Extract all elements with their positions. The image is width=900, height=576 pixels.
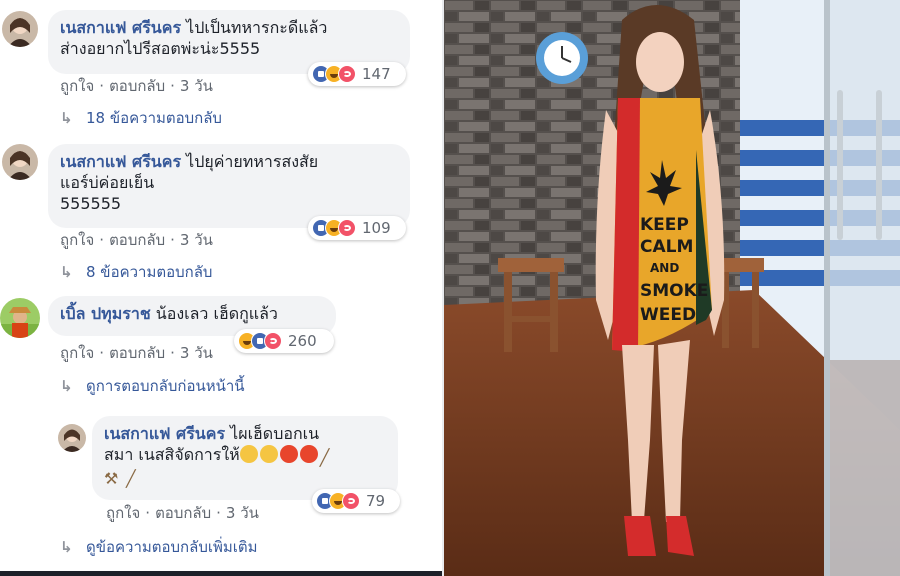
reaction-count: 147 bbox=[362, 65, 391, 83]
comment-text: ไปเป็นทหารกะดีแล้ว bbox=[186, 18, 328, 37]
comment-author[interactable]: เบิ้ล ปทุมราช bbox=[60, 304, 151, 323]
reaction-count: 260 bbox=[288, 332, 317, 350]
comment-actions: ถูกใจ · ตอบกลับ · 3 วัน bbox=[60, 344, 213, 362]
sad-reaction-icon bbox=[264, 332, 282, 350]
replies-label: 8 ข้อความตอบกลับ bbox=[86, 263, 213, 281]
avatar-image bbox=[58, 424, 86, 452]
knife-emoji-icon: ╱ bbox=[126, 469, 136, 488]
comment-panel: เนสกาแฟ ศรีนคร ไปเป็นทหารกะดีแล้ว ส่างอย… bbox=[0, 0, 442, 576]
avatar[interactable] bbox=[0, 298, 40, 338]
bottom-border bbox=[0, 571, 442, 576]
replies-label: ดูการตอบกลับก่อนหน้านี้ bbox=[86, 377, 245, 395]
reply-link[interactable]: ตอบกลับ bbox=[109, 231, 165, 249]
like-link[interactable]: ถูกใจ bbox=[60, 344, 94, 362]
sad-reaction-icon bbox=[342, 492, 360, 510]
replies-label: ดูข้อความตอบกลับเพิ่มเติม bbox=[86, 538, 258, 556]
reply-bubble: เนสกาแฟ ศรีนคร ไผเฮ็ดบอกเน สมา เนสสิจัดก… bbox=[92, 416, 398, 500]
avatar[interactable] bbox=[58, 424, 86, 452]
comment-text: ไปยุค่ายทหารสงสัย bbox=[186, 152, 319, 171]
view-previous-replies-link[interactable]: ↳ ดูการตอบกลับก่อนหน้านี้ bbox=[60, 374, 245, 398]
syringe-emoji-icon: ╱ bbox=[319, 448, 330, 467]
reply-link[interactable]: ตอบกลับ bbox=[109, 77, 165, 95]
comment-author[interactable]: เนสกาแฟ ศรีนคร bbox=[60, 18, 181, 37]
timestamp[interactable]: 3 วัน bbox=[180, 231, 213, 249]
person-face bbox=[636, 32, 684, 92]
comment-author[interactable]: เนสกาแฟ ศรีนคร bbox=[104, 424, 225, 443]
comment-text: 555555 bbox=[60, 194, 122, 213]
thinking-emoji-icon bbox=[239, 445, 258, 463]
view-more-replies-link[interactable]: ↳ ดูข้อความตอบกลับเพิ่มเติม bbox=[60, 535, 258, 559]
door-handle bbox=[837, 90, 843, 240]
svg-text:CALM: CALM bbox=[640, 237, 693, 257]
avatar[interactable] bbox=[2, 144, 38, 180]
replies-label: 18 ข้อความตอบกลับ bbox=[86, 109, 222, 127]
sad-reaction-icon bbox=[338, 65, 356, 83]
glass-door bbox=[826, 0, 900, 576]
comment-actions: ถูกใจ · ตอบกลับ · 3 วัน bbox=[106, 504, 259, 522]
comment-author[interactable]: เนสกาแฟ ศรีนคร bbox=[60, 152, 181, 171]
like-link[interactable]: ถูกใจ bbox=[60, 231, 94, 249]
reply-arrow-icon: ↳ bbox=[60, 377, 73, 395]
comment-text: น้องเลว เฮ็ดกูแล้ว bbox=[155, 304, 278, 323]
like-link[interactable]: ถูกใจ bbox=[106, 504, 140, 522]
svg-text:SMOKE: SMOKE bbox=[640, 281, 708, 301]
angry-emoji-icon bbox=[299, 445, 318, 463]
reply-arrow-icon: ↳ bbox=[60, 538, 73, 556]
comment-text: แอร์บ่ค่อยเย็น bbox=[60, 173, 155, 192]
avatar[interactable] bbox=[2, 11, 38, 47]
hammer-emoji-icon: ⚒ bbox=[104, 469, 119, 488]
reaction-summary[interactable]: 260 bbox=[234, 329, 334, 353]
thinking-emoji-icon bbox=[259, 445, 278, 463]
reply-link[interactable]: ตอบกลับ bbox=[109, 344, 165, 362]
comment-text: ส่างอยากไปรีสอตพ่ะน่ะ5555 bbox=[60, 39, 261, 58]
comment-actions: ถูกใจ · ตอบกลับ · 3 วัน bbox=[60, 77, 213, 95]
reply-link[interactable]: ตอบกลับ bbox=[155, 504, 211, 522]
comment-text: สมา เนสสิจัดการให้ bbox=[104, 445, 240, 464]
timestamp[interactable]: 3 วัน bbox=[226, 504, 259, 522]
reaction-summary[interactable]: 79 bbox=[312, 489, 400, 513]
timestamp[interactable]: 3 วัน bbox=[180, 344, 213, 362]
angry-emoji-icon bbox=[279, 445, 298, 463]
comment-text: ไผเฮ็ดบอกเน bbox=[230, 424, 320, 443]
photo: KEEP CALM AND SMOKE WEED bbox=[444, 0, 900, 576]
svg-text:AND: AND bbox=[650, 261, 679, 275]
reaction-summary[interactable]: 147 bbox=[308, 62, 406, 86]
reaction-summary[interactable]: 109 bbox=[308, 216, 406, 240]
svg-text:KEEP: KEEP bbox=[640, 215, 689, 235]
view-replies-link[interactable]: ↳ 18 ข้อความตอบกลับ bbox=[60, 106, 222, 130]
sad-reaction-icon bbox=[338, 219, 356, 237]
avatar-image bbox=[2, 11, 38, 47]
like-link[interactable]: ถูกใจ bbox=[60, 77, 94, 95]
reply-arrow-icon: ↳ bbox=[60, 109, 73, 127]
photo-illustration: KEEP CALM AND SMOKE WEED bbox=[444, 0, 900, 576]
avatar-image bbox=[0, 298, 40, 338]
reaction-count: 79 bbox=[366, 492, 386, 510]
view-replies-link[interactable]: ↳ 8 ข้อความตอบกลับ bbox=[60, 260, 212, 284]
svg-text:WEED: WEED bbox=[640, 305, 696, 325]
timestamp[interactable]: 3 วัน bbox=[180, 77, 213, 95]
comment-actions: ถูกใจ · ตอบกลับ · 3 วัน bbox=[60, 231, 213, 249]
reply-arrow-icon: ↳ bbox=[60, 263, 73, 281]
reaction-count: 109 bbox=[362, 219, 391, 237]
avatar-image bbox=[2, 144, 38, 180]
